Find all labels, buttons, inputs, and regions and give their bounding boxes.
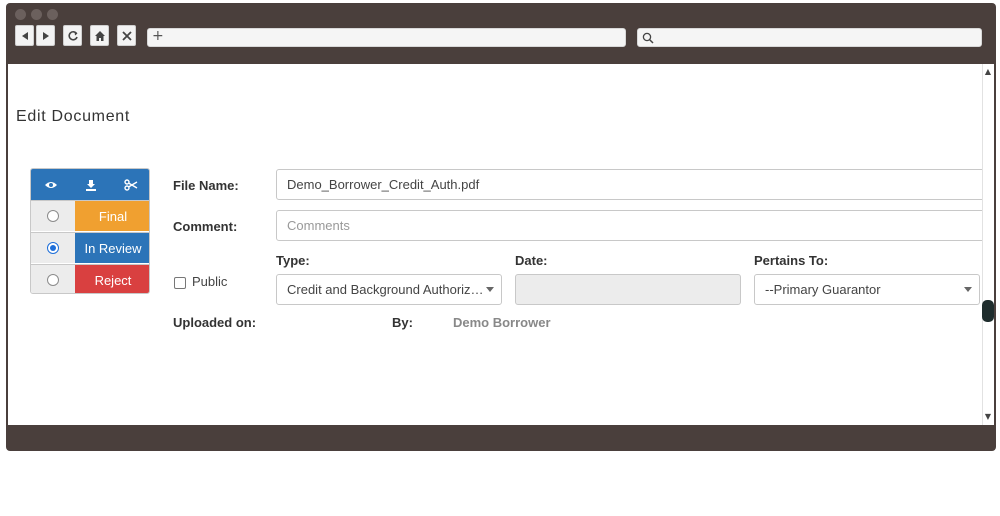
pertains-to-value: --Primary Guarantor bbox=[765, 282, 881, 297]
window-maximize-dot[interactable] bbox=[47, 9, 58, 20]
scissors-icon bbox=[124, 178, 138, 191]
page-title: Edit Document bbox=[16, 108, 131, 125]
address-bar[interactable]: + bbox=[147, 28, 626, 47]
comment-placeholder: Comments bbox=[287, 218, 350, 233]
back-button[interactable] bbox=[15, 25, 34, 46]
uploaded-by-value: Demo Borrower bbox=[453, 315, 551, 330]
browser-toolbar: + bbox=[6, 25, 996, 49]
chevron-down-icon bbox=[964, 287, 972, 292]
view-button[interactable] bbox=[31, 169, 71, 200]
vertical-scrollbar[interactable]: ▲ ▼ bbox=[982, 64, 994, 425]
status-option-in-review[interactable]: In Review bbox=[31, 232, 149, 263]
document-status-panel: Final In Review Reject bbox=[30, 168, 150, 294]
pertains-to-label: Pertains To: bbox=[754, 253, 829, 268]
status-option-reject[interactable]: Reject bbox=[31, 264, 149, 293]
eye-icon bbox=[45, 181, 57, 188]
browser-window: + Edit Document Final In Review Reject F… bbox=[6, 3, 996, 451]
comment-label: Comment: bbox=[173, 219, 238, 234]
pertains-to-select[interactable]: --Primary Guarantor bbox=[754, 274, 980, 305]
type-label: Type: bbox=[276, 253, 310, 268]
close-icon bbox=[121, 30, 132, 41]
type-value: Credit and Background Authoriz… bbox=[287, 282, 484, 297]
status-option-final[interactable]: Final bbox=[31, 200, 149, 231]
stop-button[interactable] bbox=[117, 25, 136, 46]
scroll-down-icon[interactable]: ▼ bbox=[983, 411, 993, 423]
window-close-dot[interactable] bbox=[15, 9, 26, 20]
reject-label[interactable]: Reject bbox=[75, 265, 149, 293]
document-action-bar bbox=[31, 169, 149, 200]
reload-icon bbox=[67, 30, 78, 41]
browser-search-input[interactable] bbox=[637, 28, 982, 47]
type-select[interactable]: Credit and Background Authoriz… bbox=[276, 274, 502, 305]
final-radio[interactable] bbox=[47, 210, 59, 222]
window-minimize-dot[interactable] bbox=[31, 9, 42, 20]
final-label[interactable]: Final bbox=[75, 201, 149, 231]
by-label: By: bbox=[392, 315, 413, 330]
scrollbar-thumb[interactable] bbox=[982, 300, 994, 322]
page-viewport: Edit Document Final In Review Reject Fil… bbox=[8, 64, 994, 425]
in-review-label[interactable]: In Review bbox=[75, 233, 149, 263]
forward-button[interactable] bbox=[36, 25, 55, 46]
uploaded-on-label: Uploaded on: bbox=[173, 315, 257, 330]
date-input[interactable] bbox=[515, 274, 741, 305]
forward-arrow-icon bbox=[42, 31, 49, 40]
title-bar bbox=[6, 3, 996, 23]
back-arrow-icon bbox=[21, 31, 28, 40]
chevron-down-icon bbox=[486, 287, 494, 292]
file-name-value: Demo_Borrower_Credit_Auth.pdf bbox=[287, 177, 480, 192]
scroll-up-icon[interactable]: ▲ bbox=[983, 66, 993, 78]
comment-input[interactable]: Comments bbox=[276, 210, 986, 241]
reject-radio[interactable] bbox=[47, 274, 59, 286]
download-icon bbox=[86, 179, 96, 191]
public-label[interactable]: Public bbox=[192, 274, 227, 289]
date-label: Date: bbox=[515, 253, 548, 268]
home-icon bbox=[94, 30, 105, 41]
home-button[interactable] bbox=[90, 25, 109, 46]
file-name-label: File Name: bbox=[173, 178, 239, 193]
in-review-radio[interactable] bbox=[47, 242, 59, 254]
reload-button[interactable] bbox=[63, 25, 82, 46]
file-name-input[interactable]: Demo_Borrower_Credit_Auth.pdf bbox=[276, 169, 986, 200]
download-button[interactable] bbox=[71, 169, 111, 200]
split-button[interactable] bbox=[111, 169, 149, 200]
search-icon bbox=[642, 32, 654, 44]
public-checkbox[interactable] bbox=[174, 277, 186, 289]
new-tab-plus-icon[interactable]: + bbox=[152, 28, 164, 44]
